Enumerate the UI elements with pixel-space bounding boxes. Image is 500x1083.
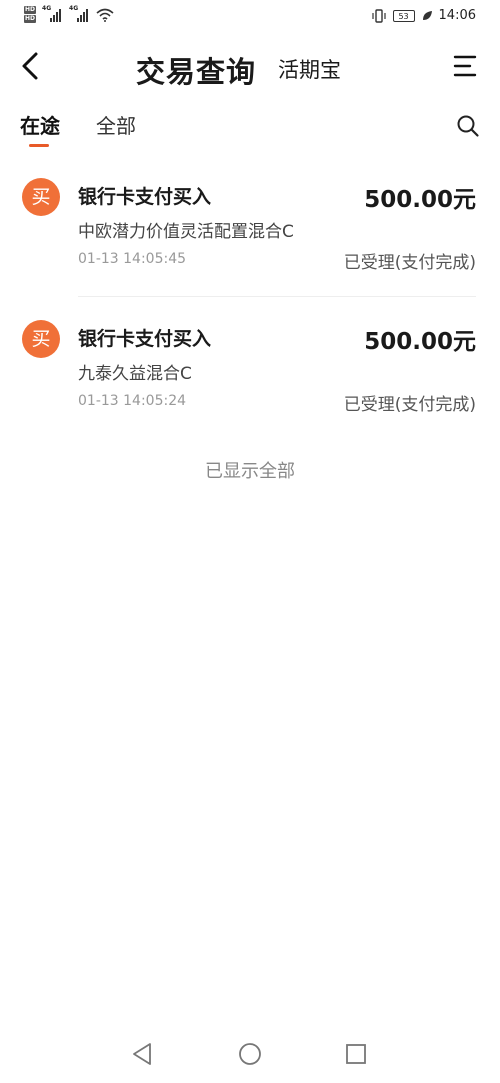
- transaction-time: 01-13 14:05:24: [78, 393, 187, 409]
- tab-in-transit[interactable]: 在途: [20, 110, 60, 139]
- fund-name: 九泰久益混合C: [78, 364, 192, 384]
- signal-icon: 4G: [42, 5, 62, 22]
- transaction-time: 01-13 14:05:45: [78, 251, 187, 267]
- back-triangle-icon[interactable]: [130, 1041, 156, 1067]
- status-bar-right: 53 14:06: [371, 8, 476, 23]
- signal-icon-2: 4G: [69, 5, 89, 22]
- tab-all[interactable]: 全部: [96, 110, 136, 139]
- search-icon[interactable]: [456, 114, 480, 138]
- transaction-amount: 500.00元: [364, 187, 476, 213]
- transaction-title: 银行卡支付买入: [78, 328, 212, 350]
- transaction-amount: 500.00元: [364, 329, 476, 355]
- battery-icon: 53: [392, 9, 415, 22]
- transaction-item[interactable]: 买 银行卡支付买入 500.00元 九泰久益混合C 01-13 14:05:24…: [0, 310, 500, 452]
- transaction-title: 银行卡支付买入: [78, 186, 212, 208]
- system-nav-bar: [0, 1027, 500, 1083]
- transaction-list: 买 银行卡支付买入 500.00元 中欧潜力价值灵活配置混合C 01-13 14…: [0, 168, 500, 452]
- clock: 14:06: [438, 8, 476, 23]
- page-title: 交易查询: [136, 55, 257, 89]
- transaction-status: 已受理(支付完成): [343, 253, 476, 273]
- wifi-icon: [96, 8, 114, 22]
- leaf-icon: [422, 10, 432, 20]
- recents-square-icon[interactable]: [343, 1041, 369, 1067]
- buy-badge: 买: [22, 320, 60, 358]
- network-tag: 4G: [42, 5, 52, 12]
- home-circle-icon[interactable]: [237, 1041, 263, 1067]
- back-icon[interactable]: [18, 48, 48, 84]
- buy-badge: 买: [22, 178, 60, 216]
- status-bar-left: HD HD 4G 4G: [24, 5, 114, 24]
- vibrate-icon: [371, 8, 386, 23]
- transaction-item[interactable]: 买 银行卡支付买入 500.00元 中欧潜力价值灵活配置混合C 01-13 14…: [0, 168, 500, 310]
- tab-bar: 在途 全部: [0, 104, 500, 150]
- nav-bar: 交易查询 活期宝: [0, 34, 500, 98]
- divider: [78, 296, 476, 297]
- page-subtitle: 活期宝: [278, 58, 341, 82]
- network-tag-2: 4G: [69, 5, 79, 12]
- transaction-status: 已受理(支付完成): [343, 395, 476, 415]
- status-bar: HD HD 4G 4G 53 14:06: [0, 0, 500, 34]
- fund-name: 中欧潜力价值灵活配置混合C: [78, 222, 294, 242]
- menu-icon[interactable]: [452, 54, 478, 78]
- all-shown-text: 已显示全部: [205, 461, 295, 482]
- tab-indicator: [29, 144, 49, 147]
- hd-icon: HD HD: [24, 6, 37, 23]
